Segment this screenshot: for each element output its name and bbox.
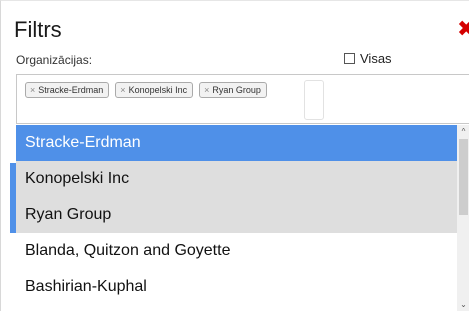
scroll-down-icon[interactable]: ⌄ bbox=[457, 300, 469, 309]
selected-tag: × Stracke-Erdman bbox=[25, 82, 110, 98]
tag-label: Ryan Group bbox=[212, 85, 261, 95]
dialog-title: Filtrs bbox=[14, 17, 62, 42]
tag-label: Stracke-Erdman bbox=[38, 85, 104, 95]
selected-tags: × Stracke-Erdman × Konopelski Inc × Ryan… bbox=[25, 82, 273, 98]
select-all-toggle[interactable]: Visas bbox=[344, 51, 392, 66]
scroll-up-icon[interactable]: ^ bbox=[457, 127, 469, 136]
organizations-dropdown: Stracke-Erdman Konopelski Inc Ryan Group… bbox=[16, 125, 469, 311]
organizations-multiselect[interactable]: × Stracke-Erdman × Konopelski Inc × Ryan… bbox=[16, 74, 469, 124]
remove-tag-icon[interactable]: × bbox=[204, 85, 209, 95]
dropdown-option[interactable]: Stracke-Erdman bbox=[16, 125, 457, 161]
remove-tag-icon[interactable]: × bbox=[120, 85, 125, 95]
dropdown-scrollbar[interactable]: ^ ⌄ bbox=[457, 125, 469, 311]
selected-tag: × Ryan Group bbox=[199, 82, 267, 98]
filter-dialog: Filtrs ✖ Organizācijas: Visas × Stracke-… bbox=[0, 0, 469, 311]
organizations-label: Organizācijas: bbox=[16, 53, 93, 67]
dropdown-option[interactable]: Ryan Group bbox=[16, 197, 457, 233]
remove-tag-icon[interactable]: × bbox=[30, 85, 35, 95]
scroll-thumb[interactable] bbox=[459, 139, 468, 215]
select-all-checkbox[interactable] bbox=[344, 53, 355, 64]
select-all-label: Visas bbox=[360, 51, 392, 66]
dropdown-option[interactable]: Bashirian-Kuphal bbox=[16, 269, 457, 305]
selected-tag: × Konopelski Inc bbox=[115, 82, 194, 98]
tag-label: Konopelski Inc bbox=[128, 85, 188, 95]
tag-search-input[interactable] bbox=[304, 80, 324, 120]
dropdown-option[interactable]: Blanda, Quitzon and Goyette bbox=[16, 233, 457, 269]
dropdown-option[interactable]: Konopelski Inc bbox=[16, 161, 457, 197]
close-icon[interactable]: ✖ bbox=[457, 19, 469, 41]
